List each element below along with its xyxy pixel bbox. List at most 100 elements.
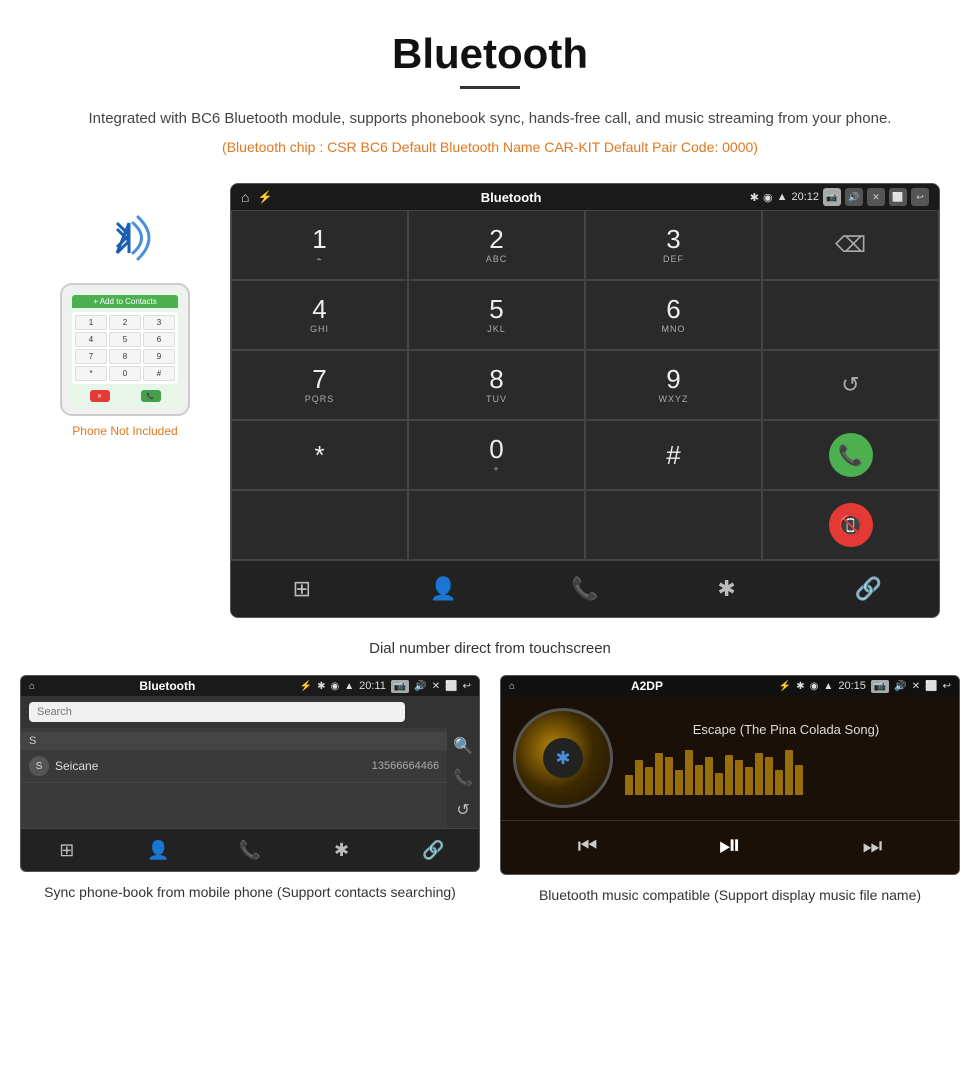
pb-search-bar[interactable] bbox=[21, 696, 479, 728]
call-green-button[interactable]: 📞 bbox=[762, 420, 939, 490]
dial-key-5[interactable]: 5 JKL bbox=[408, 280, 585, 350]
song-title: Escape (The Pina Colada Song) bbox=[625, 722, 947, 737]
phone-key: 9 bbox=[143, 349, 175, 364]
bar bbox=[655, 753, 663, 795]
end-call-button[interactable]: 📵 bbox=[762, 490, 939, 560]
phone-mockup: + Add to Contacts 1 2 3 4 5 6 7 8 9 * 0 … bbox=[60, 283, 190, 416]
pb-nav-contacts[interactable]: 👤 bbox=[113, 834, 205, 866]
pb-contact-name: Seicane bbox=[55, 759, 366, 773]
green-call-icon: 📞 bbox=[829, 433, 873, 477]
pb-search-icon[interactable]: 🔍 bbox=[453, 736, 473, 756]
backspace-button[interactable]: ⌫ bbox=[762, 210, 939, 280]
phone-key: 1 bbox=[75, 315, 107, 330]
pb-bottom-nav: ⊞ 👤 📞 ✱ 🔗 bbox=[21, 828, 479, 871]
pb-right-icons: 🔍 📞 ↺ bbox=[447, 728, 479, 828]
nav-link[interactable]: 🔗 bbox=[797, 569, 939, 609]
phonebook-block: ⌂ Bluetooth ⚡ ✱ ◉ ▲ 20:11 📷 🔊 ✕ ⬜ ↩ S bbox=[20, 675, 480, 906]
dial-key-hash[interactable]: # bbox=[585, 420, 762, 490]
refresh-button[interactable]: ↺ bbox=[762, 350, 939, 420]
specs-line: (Bluetooth chip : CSR BC6 Default Blueto… bbox=[20, 139, 960, 155]
music-block: ⌂ A2DP ⚡ ✱ ◉ ▲ 20:15 📷 🔊 ✕ ⬜ ↩ ✱ Escape … bbox=[500, 675, 960, 906]
dial-key-9[interactable]: 9 WXYZ bbox=[585, 350, 762, 420]
music-win-icon: ⬜ bbox=[925, 681, 937, 692]
music-loc-icon: ◉ bbox=[810, 681, 819, 692]
pb-contact-row[interactable]: S Seicane 13566664466 bbox=[21, 750, 447, 783]
bar bbox=[755, 753, 763, 795]
dial-key-8[interactable]: 8 TUV bbox=[408, 350, 585, 420]
bar bbox=[765, 757, 773, 795]
close-icon: ✕ bbox=[867, 188, 885, 206]
dialpad-grid: 1 ⌁ 2 ABC 3 DEF ⌫ 4 GHI 5 JKL bbox=[231, 210, 939, 490]
pb-win-icon: ⬜ bbox=[445, 681, 457, 692]
bar bbox=[795, 765, 803, 795]
pb-usb-icon: ⚡ bbox=[300, 681, 312, 692]
window-icon: ⬜ bbox=[889, 188, 907, 206]
pb-signal-icon: ▲ bbox=[344, 681, 354, 692]
pb-contact-number: 13566664466 bbox=[372, 760, 439, 772]
bar bbox=[785, 750, 793, 795]
phone-key: 3 bbox=[143, 315, 175, 330]
pb-refresh-icon[interactable]: ↺ bbox=[456, 800, 469, 820]
dial-key-4[interactable]: 4 GHI bbox=[231, 280, 408, 350]
dial-empty-3 bbox=[408, 490, 585, 560]
music-close-icon: ✕ bbox=[912, 681, 920, 692]
phone-key: 8 bbox=[109, 349, 141, 364]
dial-key-2[interactable]: 2 ABC bbox=[408, 210, 585, 280]
music-controls: ⏮ ⏯ ⏭ bbox=[501, 820, 959, 874]
phone-screen: + Add to Contacts 1 2 3 4 5 6 7 8 9 * 0 … bbox=[68, 291, 182, 408]
album-art-inner: ✱ bbox=[543, 738, 583, 778]
bar bbox=[735, 760, 743, 795]
spectrum-bars bbox=[625, 745, 947, 795]
music-statusbar: ⌂ A2DP ⚡ ✱ ◉ ▲ 20:15 📷 🔊 ✕ ⬜ ↩ bbox=[501, 676, 959, 696]
bar bbox=[635, 760, 643, 795]
pb-call-icon[interactable]: 📞 bbox=[453, 768, 473, 788]
description: Integrated with BC6 Bluetooth module, su… bbox=[20, 107, 960, 131]
phone-key: 7 bbox=[75, 349, 107, 364]
next-button[interactable]: ⏭ bbox=[863, 833, 883, 859]
pb-search-input[interactable] bbox=[29, 702, 405, 722]
call-btn: 📞 bbox=[141, 390, 161, 402]
bar bbox=[695, 765, 703, 795]
play-pause-button[interactable]: ⏯ bbox=[719, 829, 741, 862]
dialpad-bottom-row: 📵 bbox=[231, 490, 939, 560]
dial-key-1[interactable]: 1 ⌁ bbox=[231, 210, 408, 280]
nav-bluetooth[interactable]: ✱ bbox=[656, 569, 798, 609]
music-time: 20:15 bbox=[838, 680, 866, 692]
bottom-nav: ⊞ 👤 📞 ✱ 🔗 bbox=[231, 560, 939, 617]
signal-icon: ▲ bbox=[777, 191, 788, 203]
phone-dialpad: 1 2 3 4 5 6 7 8 9 * 0 # bbox=[72, 312, 178, 384]
pb-nav-phone[interactable]: 📞 bbox=[204, 834, 296, 866]
pb-time: 20:11 bbox=[359, 680, 386, 692]
nav-dialpad[interactable]: ⊞ bbox=[231, 569, 373, 609]
bt-status-icon: ✱ bbox=[750, 191, 759, 204]
bar bbox=[745, 767, 753, 795]
nav-phone[interactable]: 📞 bbox=[514, 569, 656, 609]
pb-list: S S Seicane 13566664466 bbox=[21, 728, 447, 828]
pb-section-header: S bbox=[21, 732, 447, 750]
music-title: A2DP bbox=[520, 679, 774, 693]
back-icon: ↩ bbox=[911, 188, 929, 206]
dial-key-3[interactable]: 3 DEF bbox=[585, 210, 762, 280]
pb-close-icon: ✕ bbox=[432, 681, 440, 692]
dial-key-7[interactable]: 7 PQRS bbox=[231, 350, 408, 420]
pb-nav-bluetooth[interactable]: ✱ bbox=[296, 834, 388, 866]
nav-contacts[interactable]: 👤 bbox=[373, 569, 515, 609]
music-main: ✱ Escape (The Pina Colada Song) bbox=[501, 696, 959, 820]
phone-key: * bbox=[75, 366, 107, 381]
dial-key-0[interactable]: 0 + bbox=[408, 420, 585, 490]
dial-empty-2 bbox=[231, 490, 408, 560]
end-call-btn: ✕ bbox=[90, 390, 110, 402]
home-icon: ⌂ bbox=[241, 189, 249, 205]
pb-nav-link[interactable]: 🔗 bbox=[387, 834, 479, 866]
statusbar-left: ⌂ ⚡ bbox=[241, 189, 272, 205]
bt-symbol bbox=[95, 203, 155, 273]
prev-button[interactable]: ⏮ bbox=[578, 833, 598, 859]
pb-nav-dialpad[interactable]: ⊞ bbox=[21, 834, 113, 866]
phonebook-screen: ⌂ Bluetooth ⚡ ✱ ◉ ▲ 20:11 📷 🔊 ✕ ⬜ ↩ S bbox=[20, 675, 480, 872]
bar bbox=[645, 767, 653, 795]
bar bbox=[665, 757, 673, 795]
pb-bt-icon: ✱ bbox=[317, 681, 325, 692]
dial-key-star[interactable]: * bbox=[231, 420, 408, 490]
dial-key-6[interactable]: 6 MNO bbox=[585, 280, 762, 350]
statusbar-right: ✱ ◉ ▲ 20:12 📷 🔊 ✕ ⬜ ↩ bbox=[750, 188, 929, 206]
